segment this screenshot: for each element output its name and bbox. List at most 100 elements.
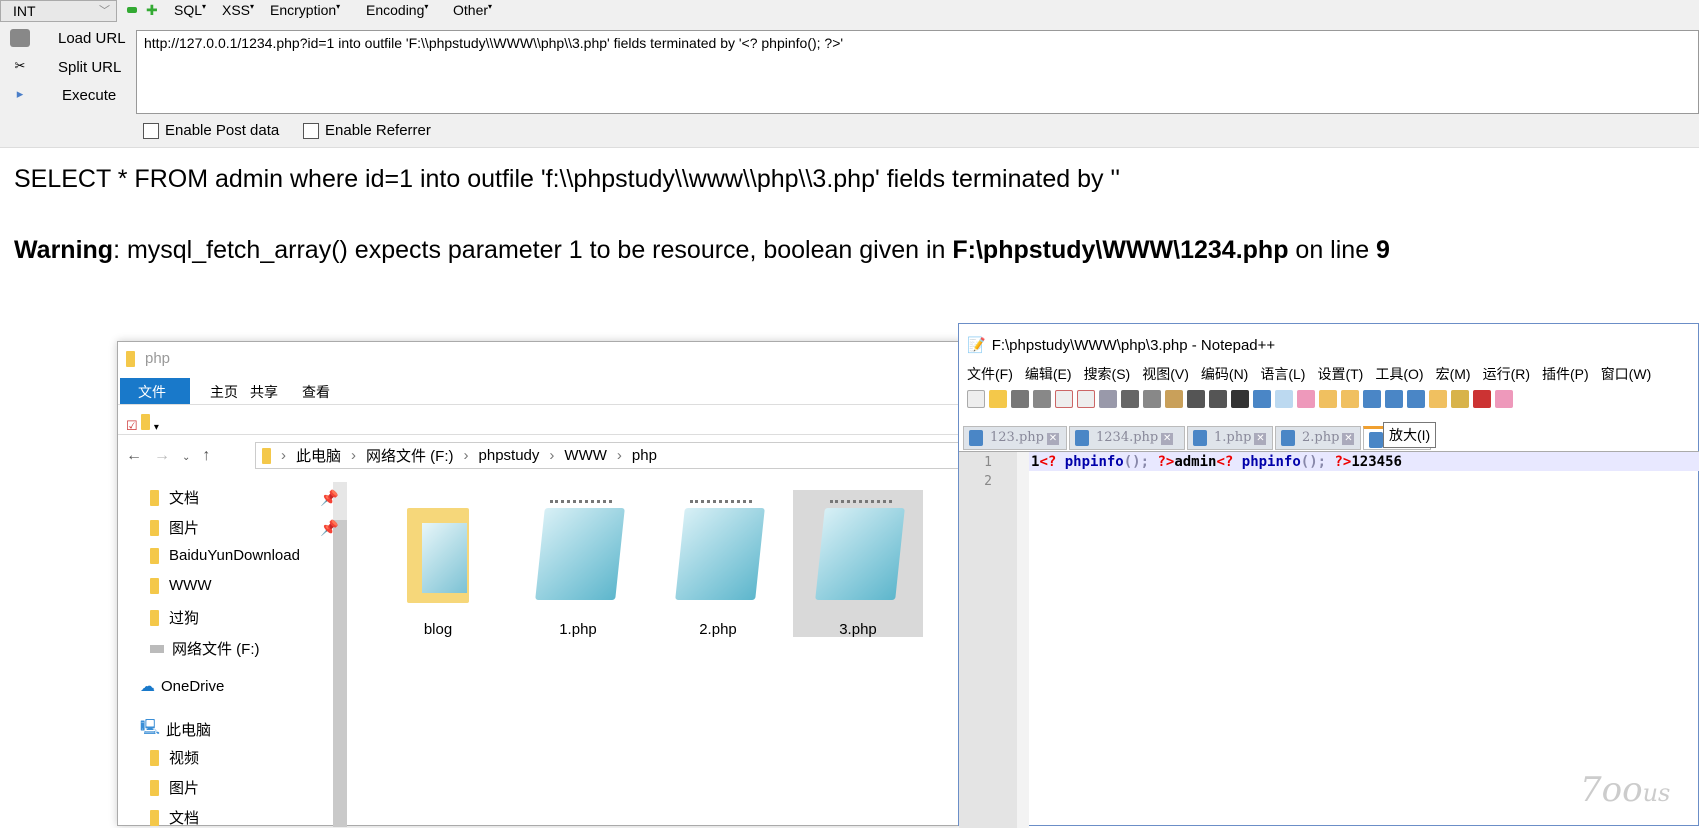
- tab-1234-php[interactable]: 1234.php ✕: [1069, 426, 1185, 450]
- menu-run[interactable]: 运行(R): [1483, 364, 1530, 384]
- nav-item-onedrive[interactable]: ☁ OneDrive: [140, 677, 224, 696]
- nav-item-this-pc[interactable]: 🖳 此电脑: [140, 717, 211, 742]
- nav-item[interactable]: 文档: [150, 807, 199, 828]
- customize-dropdown-icon[interactable]: ▾: [154, 422, 159, 433]
- replace-icon[interactable]: [1253, 390, 1271, 408]
- watermark-logo: 7oous: [1580, 770, 1671, 810]
- menu-macro[interactable]: 宏(M): [1436, 364, 1471, 384]
- enable-referrer-checkbox[interactable]: Enable Referrer: [303, 122, 431, 139]
- word-wrap-icon[interactable]: [1363, 390, 1381, 408]
- macro-record-icon[interactable]: [1473, 390, 1491, 408]
- ribbon-tab-file[interactable]: 文件: [120, 378, 190, 404]
- save-all-icon[interactable]: [1033, 390, 1051, 408]
- address-bar[interactable]: › 此电脑 › 网络文件 (F:) › phpstudy › WWW › php: [255, 442, 963, 469]
- play-icon: ▸: [16, 86, 24, 101]
- plus-icon[interactable]: ✚: [146, 3, 158, 19]
- menu-encryption[interactable]: Encryption▾: [270, 2, 340, 18]
- new-folder-icon[interactable]: [141, 414, 151, 430]
- menu-tools[interactable]: 工具(O): [1375, 364, 1423, 384]
- quick-access-toolbar: ☑ ▾: [126, 414, 159, 434]
- nav-item[interactable]: 文档 📌: [150, 487, 339, 508]
- menu-encoding[interactable]: 编码(N): [1201, 364, 1248, 384]
- menu-sql[interactable]: SQL▾: [174, 2, 206, 18]
- menu-view[interactable]: 视图(V): [1142, 364, 1189, 384]
- hackbar: INT ﹀ ✚ SQL▾ XSS▾ Encryption▾ Encoding▾ O…: [0, 0, 1699, 148]
- close-icon[interactable]: [1055, 390, 1073, 408]
- menu-other[interactable]: Other▾: [453, 2, 492, 18]
- paste-icon[interactable]: [1165, 390, 1183, 408]
- type-select[interactable]: INT ﹀: [0, 0, 117, 22]
- menu-settings[interactable]: 设置(T): [1317, 364, 1363, 384]
- folder-icon: [392, 498, 484, 603]
- minus-icon[interactable]: [127, 7, 137, 13]
- menu-window[interactable]: 窗口(W): [1601, 364, 1652, 384]
- nav-item[interactable]: 过狗: [150, 607, 199, 628]
- tab-123-php[interactable]: 123.php ✕: [963, 426, 1067, 450]
- nav-item-drive[interactable]: 网络文件 (F:): [150, 638, 260, 659]
- cut-icon[interactable]: [1121, 390, 1139, 408]
- url-input[interactable]: http://127.0.0.1/1234.php?id=1 into outf…: [136, 30, 1699, 114]
- ribbon-tab-view[interactable]: 查看: [284, 378, 348, 404]
- menu-xss[interactable]: XSS▾: [222, 2, 254, 18]
- close-tab-icon: ✕: [1342, 433, 1355, 445]
- open-icon[interactable]: [989, 390, 1007, 408]
- notepad-file-icon: [812, 498, 905, 603]
- load-url-button[interactable]: Load URL: [10, 29, 126, 47]
- new-icon[interactable]: [967, 390, 985, 408]
- close-all-icon[interactable]: [1077, 390, 1095, 408]
- type-select-value: INT: [13, 3, 36, 19]
- tab-2-php[interactable]: 2.php ✕: [1275, 426, 1361, 450]
- nav-item[interactable]: 图片: [150, 777, 199, 798]
- zoom-in-icon[interactable]: [1275, 390, 1293, 408]
- save-icon[interactable]: [1011, 390, 1029, 408]
- zoom-out-icon[interactable]: [1297, 390, 1315, 408]
- menu-edit[interactable]: 编辑(E): [1025, 364, 1072, 384]
- print-icon[interactable]: [1099, 390, 1117, 408]
- file-item-1-php[interactable]: 1.php: [513, 490, 643, 638]
- forward-icon[interactable]: →: [154, 447, 182, 464]
- back-icon[interactable]: ←: [126, 447, 154, 464]
- notepad-icon: 📝: [967, 337, 986, 354]
- find-icon[interactable]: [1231, 390, 1249, 408]
- notepad-plus-plus-window: 📝 F:\phpstudy\WWW\php\3.php - Notepad++ 文…: [958, 323, 1699, 828]
- npp-menubar: 文件(F) 编辑(E) 搜索(S) 视图(V) 编码(N) 语言(L) 设置(T) 工具(O)…: [967, 364, 1651, 384]
- close-tab-icon: ✕: [1254, 433, 1267, 445]
- cloud-icon: ☁: [140, 678, 155, 695]
- menu-search[interactable]: 搜索(S): [1084, 364, 1131, 384]
- up-icon[interactable]: ↑: [202, 447, 222, 464]
- show-all-chars-icon[interactable]: [1385, 390, 1403, 408]
- enable-post-checkbox[interactable]: Enable Post data: [143, 122, 279, 139]
- nav-item[interactable]: BaiduYunDownload: [150, 547, 300, 564]
- macro-stop-icon[interactable]: [1495, 390, 1513, 408]
- function-list-icon[interactable]: [1451, 390, 1469, 408]
- nav-buttons: ←→⌄↑: [126, 447, 222, 465]
- file-item-2-php[interactable]: 2.php: [653, 490, 783, 638]
- menu-plugins[interactable]: 插件(P): [1542, 364, 1589, 384]
- redo-icon[interactable]: [1209, 390, 1227, 408]
- sync-h-icon[interactable]: [1341, 390, 1359, 408]
- menu-encoding[interactable]: Encoding▾: [366, 2, 428, 18]
- execute-button[interactable]: ▸ Execute: [10, 86, 116, 104]
- split-url-button[interactable]: ✂ Split URL: [10, 58, 122, 76]
- file-item-3-php-selected[interactable]: 3.php: [793, 490, 923, 638]
- doc-map-icon[interactable]: [1429, 390, 1447, 408]
- drive-icon: [150, 644, 164, 653]
- npp-title: 📝 F:\phpstudy\WWW\php\3.php - Notepad++: [967, 336, 1276, 355]
- folder-icon: [126, 350, 135, 367]
- warning-message: Warning: mysql_fetch_array() expects par…: [14, 236, 1390, 264]
- nav-item[interactable]: 视频: [150, 747, 199, 768]
- sync-v-icon[interactable]: [1319, 390, 1337, 408]
- file-item-blog[interactable]: blog: [373, 490, 503, 638]
- tab-1-php[interactable]: 1.php ✕: [1187, 426, 1273, 450]
- undo-icon[interactable]: [1187, 390, 1205, 408]
- nav-item[interactable]: 图片 📌: [150, 517, 339, 538]
- menu-language[interactable]: 语言(L): [1260, 364, 1305, 384]
- properties-icon[interactable]: ☑: [126, 418, 138, 433]
- indent-guide-icon[interactable]: [1407, 390, 1425, 408]
- recent-icon[interactable]: ⌄: [182, 452, 202, 463]
- scissors-icon: ✂: [14, 58, 26, 73]
- nav-item[interactable]: WWW: [150, 577, 211, 594]
- menu-file[interactable]: 文件(F): [967, 364, 1013, 384]
- copy-icon[interactable]: [1143, 390, 1161, 408]
- code-line-1: 1<? phpinfo(); ?>admin<? phpinfo(); ?>12…: [1031, 454, 1402, 470]
